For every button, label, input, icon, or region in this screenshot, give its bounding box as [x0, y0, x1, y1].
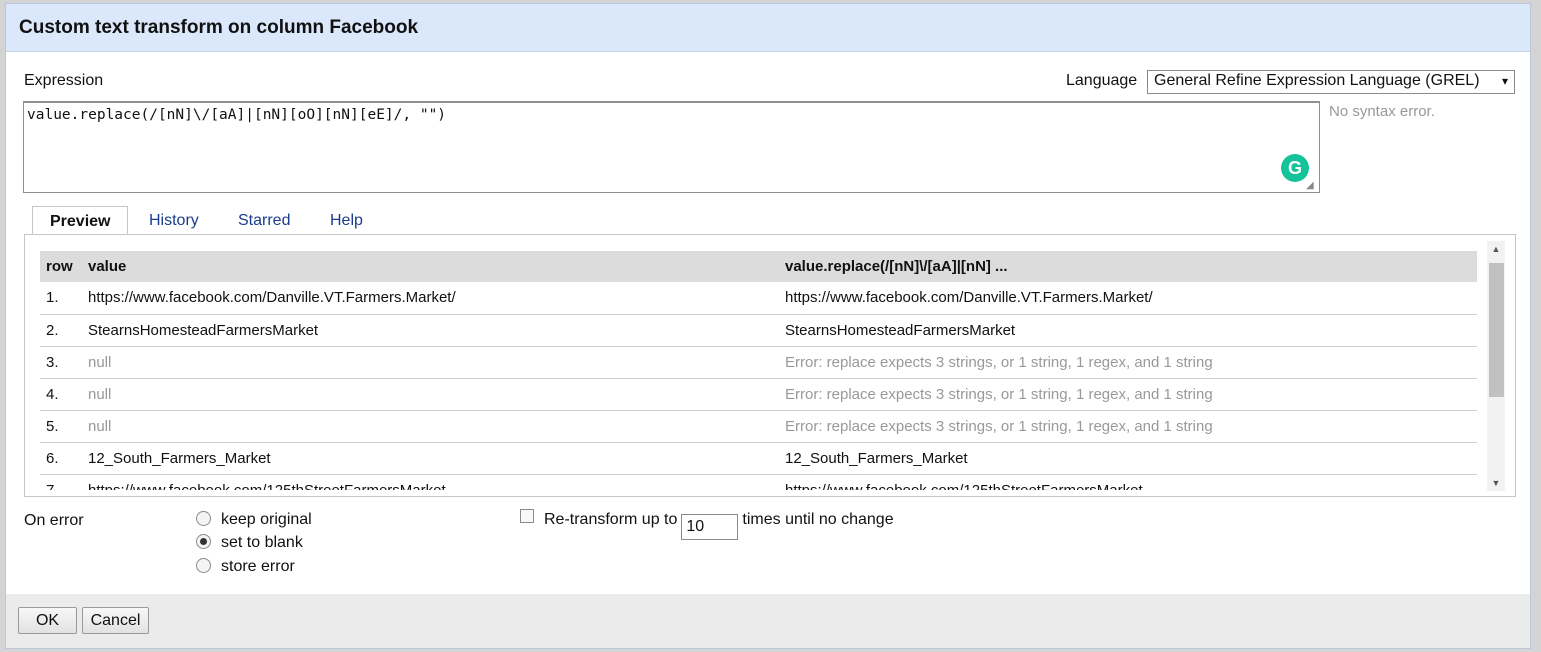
- radio-label: store error: [221, 558, 295, 575]
- row-result: Error: replace expects 3 strings, or 1 s…: [779, 346, 1477, 379]
- table-row: 4. null Error: replace expects 3 strings…: [40, 378, 1477, 411]
- row-number: 6.: [40, 442, 82, 475]
- column-header-row: row: [40, 251, 82, 282]
- radio-label: set to blank: [221, 534, 303, 551]
- scroll-thumb[interactable]: [1489, 263, 1504, 397]
- row-number: 3.: [40, 346, 82, 379]
- row-value: 12_South_Farmers_Market: [82, 442, 779, 475]
- row-result: Error: replace expects 3 strings, or 1 s…: [779, 410, 1477, 443]
- row-number: 7.: [40, 474, 82, 490]
- row-result: https://www.facebook.com/Danville.VT.Far…: [779, 282, 1477, 315]
- row-result: StearnsHomesteadFarmersMarket: [779, 314, 1477, 347]
- scroll-up-icon[interactable]: ▲: [1487, 241, 1505, 257]
- row-number: 2.: [40, 314, 82, 347]
- radio-button[interactable]: [196, 534, 211, 549]
- retransform-option: Re-transform up to 10 times until no chang…: [520, 509, 894, 540]
- column-header-result: value.replace(/[nN]\/[aA]|[nN] ...: [779, 251, 1477, 282]
- preview-scrollbar[interactable]: ▲ ▼: [1487, 241, 1505, 491]
- retransform-label-after: times until no change: [742, 511, 894, 528]
- syntax-status: No syntax error.: [1329, 103, 1435, 120]
- row-value: StearnsHomesteadFarmersMarket: [82, 314, 779, 347]
- language-selected-value: General Refine Expression Language (GREL…: [1154, 72, 1480, 89]
- table-row: 3. null Error: replace expects 3 strings…: [40, 346, 1477, 379]
- tab-history[interactable]: History: [149, 206, 199, 235]
- row-value: https://www.facebook.com/125thStreetFarm…: [82, 474, 779, 490]
- radio-set-to-blank[interactable]: set to blank: [196, 534, 303, 552]
- table-row: 1. https://www.facebook.com/Danville.VT.…: [40, 282, 1477, 315]
- table-row: 6. 12_South_Farmers_Market 12_South_Farm…: [40, 442, 1477, 475]
- resize-grip-icon[interactable]: ◢: [1306, 180, 1314, 191]
- dialog-footer: OK Cancel: [6, 594, 1530, 648]
- dialog-header: Custom text transform on column Facebook: [6, 4, 1530, 52]
- row-number: 1.: [40, 282, 82, 315]
- row-result: Error: replace expects 3 strings, or 1 s…: [779, 378, 1477, 411]
- row-result: 12_South_Farmers_Market: [779, 442, 1477, 475]
- row-value: null: [82, 346, 779, 379]
- retransform-label-before: Re-transform up to: [544, 511, 678, 528]
- cancel-button[interactable]: Cancel: [82, 607, 149, 634]
- tab-help[interactable]: Help: [330, 206, 363, 235]
- tab-starred[interactable]: Starred: [238, 206, 290, 235]
- preview-panel: row value value.replace(/[nN]\/[aA]|[nN]…: [24, 234, 1516, 497]
- expression-label: Expression: [24, 72, 104, 89]
- row-value: null: [82, 378, 779, 411]
- retransform-checkbox[interactable]: [520, 509, 534, 523]
- background-edge: [1533, 0, 1541, 652]
- row-result: https://www.facebook.com/125thStreetFarm…: [779, 474, 1477, 490]
- radio-store-error[interactable]: store error: [196, 558, 295, 576]
- table-header-row: row value value.replace(/[nN]\/[aA]|[nN]…: [40, 251, 1477, 282]
- row-number: 5.: [40, 410, 82, 443]
- expression-input[interactable]: value.replace(/[nN]\/[aA]|[nN][oO][nN][e…: [23, 101, 1320, 193]
- row-value: null: [82, 410, 779, 443]
- language-label: Language: [1066, 72, 1138, 89]
- language-select[interactable]: General Refine Expression Language (GREL…: [1147, 70, 1515, 94]
- transform-dialog: Custom text transform on column Facebook…: [5, 3, 1531, 649]
- radio-keep-original[interactable]: keep original: [196, 511, 312, 529]
- tab-preview[interactable]: Preview: [32, 206, 129, 235]
- radio-button[interactable]: [196, 511, 211, 526]
- radio-button[interactable]: [196, 558, 211, 573]
- preview-table-viewport: row value value.replace(/[nN]\/[aA]|[nN]…: [40, 251, 1477, 490]
- grammarly-icon[interactable]: G: [1281, 154, 1309, 182]
- scroll-down-icon[interactable]: ▼: [1487, 475, 1505, 491]
- dialog-title: Custom text transform on column Facebook: [19, 17, 419, 38]
- row-number: 4.: [40, 378, 82, 411]
- dropdown-caret-icon: ▾: [1501, 74, 1508, 88]
- column-header-value: value: [82, 251, 779, 282]
- table-row: 2. StearnsHomesteadFarmersMarket Stearns…: [40, 314, 1477, 347]
- radio-label: keep original: [221, 511, 312, 528]
- table-row: 7. https://www.facebook.com/125thStreetF…: [40, 474, 1477, 490]
- row-value: https://www.facebook.com/Danville.VT.Far…: [82, 282, 779, 315]
- ok-button[interactable]: OK: [18, 607, 77, 634]
- table-row: 5. null Error: replace expects 3 strings…: [40, 410, 1477, 443]
- preview-table: row value value.replace(/[nN]\/[aA]|[nN]…: [40, 251, 1477, 490]
- retransform-times-input[interactable]: 10: [681, 514, 739, 540]
- on-error-label: On error: [24, 512, 84, 529]
